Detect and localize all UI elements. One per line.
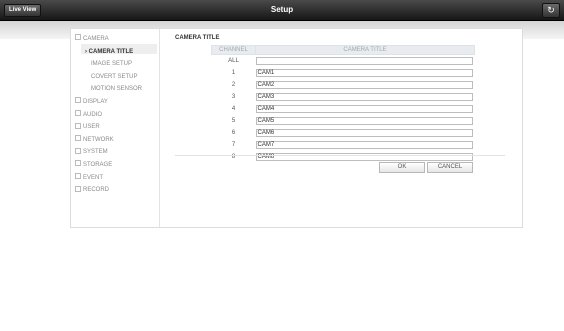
sidebar-item-display[interactable]: DISPLAY <box>75 97 108 106</box>
sidebar-item-label: AUDIO <box>83 111 103 118</box>
camera-title-input[interactable] <box>255 57 473 65</box>
sidebar-item-camera-title[interactable]: › CAMERA TITLE <box>85 48 133 56</box>
expand-icon <box>75 160 81 167</box>
column-header-camera-title: CAMERA TITLE <box>255 45 475 55</box>
camera-title-input[interactable]: CAM1 <box>255 69 473 77</box>
channel-cell: 8 <box>231 154 236 160</box>
camera-title-input[interactable]: CAM7 <box>255 141 473 149</box>
channel-cell: 4 <box>231 106 236 112</box>
sidebar-item-label: DISPLAY <box>83 99 108 105</box>
camera-title-cell: CAM4 <box>255 103 475 115</box>
camera-title-cell: CAM3 <box>255 91 475 103</box>
camera-title-cell: CAM6 <box>255 127 475 139</box>
channel-cell: 5 <box>231 118 236 124</box>
camera-title-cell: CAM7 <box>255 139 475 151</box>
channel-cell: 1 <box>231 70 236 76</box>
channel-cell: 3 <box>231 94 236 100</box>
sidebar-item-label: CAMERA TITLE <box>88 48 134 55</box>
sidebar-item-label: IMAGE SETUP <box>91 61 133 68</box>
sidebar-item-event[interactable]: EVENT <box>75 173 104 182</box>
sidebar-item-label: MOTION SENSOR <box>91 86 143 93</box>
page-title: Setup <box>270 5 294 14</box>
expand-icon <box>75 173 81 180</box>
channel-cell: 7 <box>231 142 236 148</box>
cancel-button[interactable]: CANCEL <box>427 162 473 173</box>
expand-icon <box>75 122 81 129</box>
expand-icon <box>75 135 81 142</box>
sidebar-item-motion-sensor[interactable]: MOTION SENSOR <box>91 85 142 93</box>
column-header-channel: CHANNEL <box>211 45 256 55</box>
camera-title-input[interactable]: CAM3 <box>255 93 473 101</box>
sidebar-item-storage[interactable]: STORAGE <box>75 160 113 169</box>
expand-icon <box>75 110 81 117</box>
sidebar-menu: CAMERA › CAMERA TITLE IMAGE SETUP COVERT SE… <box>71 29 160 227</box>
channel-cell: 2 <box>231 82 236 88</box>
camera-title-input[interactable]: CAM6 <box>255 129 473 137</box>
sidebar-item-label: NETWORK <box>83 136 114 143</box>
sidebar-item-covert-setup[interactable]: COVERT SETUP <box>91 73 137 81</box>
sidebar-item-network[interactable]: NETWORK <box>75 135 114 144</box>
table-row: ALL <box>212 55 475 68</box>
sidebar-item-system[interactable]: SYSTEM <box>75 147 108 156</box>
top-bar: Live View Setup ↻ <box>0 0 564 21</box>
table-row: 3 CAM3 <box>212 91 475 103</box>
sidebar-item-label: USER <box>83 124 100 131</box>
sidebar-item-audio[interactable]: AUDIO <box>75 110 103 119</box>
sidebar-item-label: COVERT SETUP <box>91 73 138 80</box>
camera-title-input[interactable]: CAM4 <box>255 105 473 113</box>
table-row: 2 CAM2 <box>212 79 475 91</box>
sidebar-item-camera[interactable]: CAMERA <box>75 34 109 43</box>
table-row: 5 CAM5 <box>212 115 475 127</box>
table-row: 4 CAM4 <box>212 103 475 115</box>
sidebar-item-label: SYSTEM <box>83 149 108 156</box>
sidebar-item-label: CAMERA <box>83 36 109 42</box>
sidebar-item-record[interactable]: RECORD <box>75 185 110 194</box>
table-row: 1 CAM1 <box>212 67 475 79</box>
refresh-button[interactable]: ↻ <box>542 3 560 18</box>
camera-title-table: CHANNEL CAMERA TITLE ALL 1 CAM1 2 CAM2 3 CAM3 4… <box>211 45 475 163</box>
camera-title-cell <box>255 55 475 68</box>
table-row: 6 CAM6 <box>212 127 475 139</box>
sidebar-item-user[interactable]: USER <box>75 122 100 131</box>
expand-icon <box>75 34 81 41</box>
content-area: CAMERA TITLE CHANNEL CAMERA TITLE ALL 1 CA… <box>159 29 522 227</box>
setup-panel: CAMERA › CAMERA TITLE IMAGE SETUP COVERT SE… <box>70 28 523 228</box>
sidebar-item-label: RECORD <box>83 187 110 194</box>
expand-icon <box>75 185 81 192</box>
divider <box>175 155 505 156</box>
channel-cell: ALL <box>228 58 239 64</box>
table-row: 7 CAM7 <box>212 139 475 151</box>
refresh-icon: ↻ <box>547 5 555 15</box>
expand-icon <box>75 97 81 104</box>
ok-button[interactable]: OK <box>379 162 425 173</box>
sidebar-item-label: EVENT <box>83 174 104 181</box>
camera-title-input[interactable]: CAM2 <box>255 81 473 89</box>
channel-cell: 6 <box>231 130 236 136</box>
section-title: CAMERA TITLE <box>175 35 220 41</box>
expand-icon <box>75 147 81 154</box>
camera-title-input[interactable]: CAM5 <box>255 117 473 125</box>
camera-title-cell: CAM5 <box>255 115 475 127</box>
camera-title-cell: CAM1 <box>255 67 475 79</box>
camera-title-cell: CAM2 <box>255 79 475 91</box>
sidebar-item-image-setup[interactable]: IMAGE SETUP <box>91 60 132 68</box>
sidebar-item-label: STORAGE <box>83 162 113 168</box>
